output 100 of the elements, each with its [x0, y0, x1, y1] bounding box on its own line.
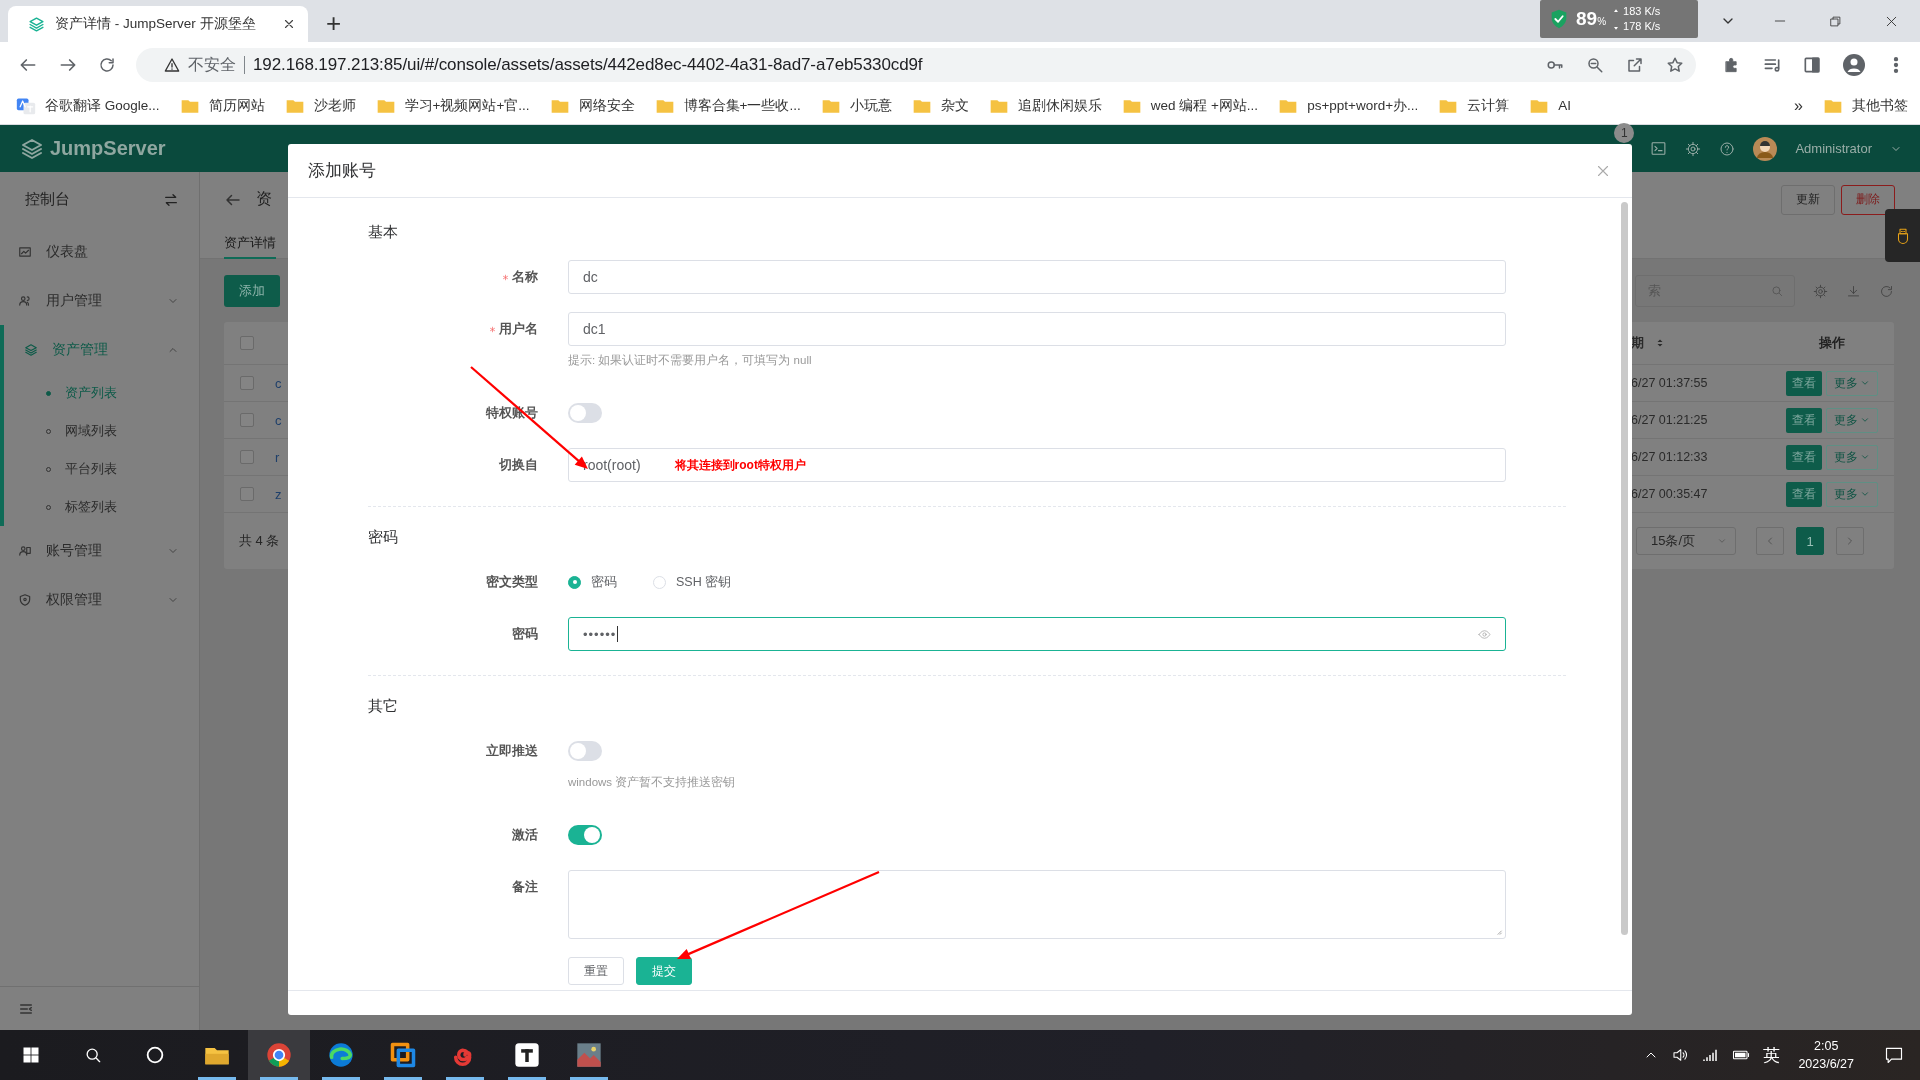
menu-item[interactable]: 账号管理 — [0, 526, 199, 575]
checkbox[interactable] — [240, 487, 254, 501]
text-field[interactable]: dc1 — [568, 312, 1506, 346]
task-view-icon[interactable] — [144, 1044, 166, 1066]
table-cell: c — [275, 375, 282, 391]
upload-speed: 183 K/s — [1623, 4, 1661, 19]
swap-icon[interactable] — [163, 191, 179, 208]
search-icon — [1770, 284, 1784, 298]
menu-item[interactable]: 权限管理 — [0, 575, 199, 624]
radio-label[interactable]: 密码 — [591, 573, 617, 591]
browser-tab[interactable]: 资产详情 - JumpServer 开源堡垒 — [8, 6, 308, 42]
notification-icon[interactable] — [1884, 1045, 1904, 1065]
field-label: 激活 — [512, 826, 538, 844]
text-app-icon[interactable] — [513, 1041, 541, 1069]
bookmark-label[interactable]: 网络安全 — [578, 96, 635, 115]
input-method-indicator[interactable]: 英 — [1763, 1043, 1781, 1067]
bookmark-label[interactable]: 追剧休闲娱乐 — [1017, 96, 1102, 115]
bookmark-label[interactable]: 博客合集+一些收... — [683, 96, 801, 115]
text-field[interactable]: dc — [568, 260, 1506, 294]
bookmark-label[interactable]: ps+ppt+word+办... — [1307, 96, 1419, 115]
bookmark-label[interactable]: 小玩意 — [849, 96, 892, 115]
page-size-select[interactable]: 15条/页 — [1636, 527, 1736, 555]
floating-widget[interactable] — [1885, 209, 1920, 262]
reset-button[interactable]: 重置 — [568, 957, 624, 985]
checkbox[interactable] — [240, 336, 254, 350]
zoom-icon[interactable] — [1586, 55, 1604, 74]
terminal-icon[interactable] — [1650, 140, 1668, 157]
annotation-note: 将其连接到root特权用户 — [674, 456, 806, 474]
avatar-icon[interactable] — [1753, 136, 1778, 161]
chrome-icon[interactable] — [265, 1041, 293, 1069]
caret-icon — [1860, 378, 1870, 388]
scrollbar[interactable] — [1621, 202, 1628, 935]
toggle-switch[interactable] — [568, 403, 602, 423]
submenu-item[interactable]: 标签列表 — [4, 488, 199, 526]
page-button[interactable]: 1 — [1796, 527, 1824, 555]
view-button[interactable]: 查看 — [1786, 444, 1822, 470]
address-bar[interactable]: 不安全 192.168.197.213:85/ui/#/console/assets/assets/442ed8ec-4402-4a31-8ad7-a7eb5330cd9f — [136, 47, 1696, 82]
table-cell: c — [275, 412, 282, 428]
table-cell: 6/27 00:35:47 — [1631, 487, 1708, 501]
page-title: 资 — [256, 189, 273, 209]
toggle-switch[interactable] — [568, 741, 602, 761]
reload-icon[interactable] — [98, 55, 116, 74]
view-button[interactable]: 查看 — [1786, 370, 1822, 396]
radio-label[interactable]: SSH 密钥 — [676, 573, 732, 591]
bookmark-label[interactable]: 简历网站 — [208, 96, 265, 115]
maximize-icon[interactable] — [1828, 13, 1843, 29]
checkbox[interactable] — [240, 376, 254, 390]
remark-field[interactable] — [568, 870, 1506, 939]
image-app-icon[interactable] — [575, 1041, 603, 1069]
window-app-icon[interactable] — [389, 1041, 417, 1069]
shield-icon — [18, 592, 32, 607]
speaker-icon[interactable] — [1671, 1046, 1690, 1064]
toggle-switch[interactable] — [568, 825, 602, 845]
radio-button[interactable] — [568, 575, 581, 589]
menu-item[interactable]: 仪表盘 — [0, 227, 199, 276]
share-icon[interactable] — [1626, 55, 1644, 74]
checkbox[interactable] — [240, 450, 254, 464]
bookmark-label[interactable]: 沙老师 — [313, 96, 356, 115]
field-label: 立即推送 — [486, 742, 538, 760]
bookmark-label[interactable]: 其他书签 — [1852, 96, 1908, 115]
settings-icon[interactable] — [1685, 140, 1702, 157]
view-button[interactable]: 查看 — [1786, 481, 1822, 507]
bookmark-label[interactable]: 杂文 — [940, 96, 969, 115]
table-cell: 6/27 01:37:55 — [1631, 376, 1708, 390]
caret-icon — [1860, 415, 1870, 425]
field-label: 名称 — [512, 268, 538, 286]
user-name[interactable]: Administrator — [1795, 141, 1872, 156]
help-icon[interactable] — [1719, 140, 1736, 157]
field-label: 备注 — [512, 878, 538, 896]
column-header: 期 — [1631, 334, 1644, 352]
checkbox[interactable] — [240, 413, 254, 427]
warning-icon — [164, 56, 180, 73]
close-icon[interactable] — [282, 17, 296, 31]
bookmark-label[interactable]: wed 编程 +网站... — [1150, 96, 1259, 115]
edge-icon[interactable] — [327, 1041, 355, 1069]
settings-icon[interactable] — [1813, 283, 1828, 299]
submenu-item[interactable]: 平台列表 — [4, 450, 199, 488]
view-button[interactable]: 查看 — [1786, 407, 1822, 433]
tab[interactable]: 资产详情 — [224, 227, 276, 259]
update-button[interactable]: 更新 — [1781, 184, 1835, 215]
add-button[interactable]: 添加 — [224, 275, 280, 307]
chevron-down-icon — [1717, 536, 1727, 546]
new-tab-button[interactable]: + — [326, 8, 342, 38]
menu-item[interactable]: 用户管理 — [0, 276, 199, 325]
bookmark-label[interactable]: 云计算 — [1467, 96, 1510, 115]
sidebar-title: 控制台 — [25, 190, 70, 209]
password-field[interactable]: •••••• — [568, 617, 1506, 651]
bookmark-label[interactable]: 学习+视频网站+官... — [404, 96, 530, 115]
hint-text: 提示: 如果认证时不需要用户名，可填写为 null — [568, 353, 813, 368]
submenu-item[interactable]: 网域列表 — [4, 412, 199, 450]
windows-start-icon[interactable] — [21, 1045, 41, 1065]
hint-text: windows 资产暂不支持推送密钥 — [568, 775, 737, 790]
profile-icon[interactable] — [1842, 52, 1866, 77]
star-icon[interactable] — [1666, 55, 1684, 74]
more-bookmarks[interactable]: » — [1794, 96, 1803, 115]
clock[interactable]: 2:05 2023/6/27 — [1798, 1037, 1854, 1073]
bookmark-label[interactable]: AI — [1558, 98, 1572, 113]
bookmark-label[interactable]: 谷歌翻译 Google... — [45, 96, 160, 115]
table-cell: r — [275, 449, 280, 465]
dash-icon — [18, 244, 32, 259]
